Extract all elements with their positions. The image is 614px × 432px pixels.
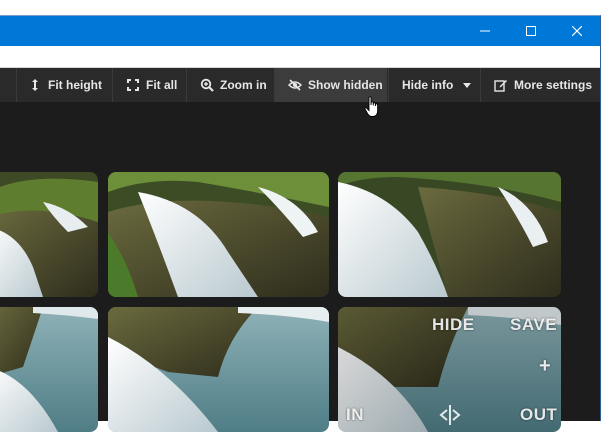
fit-height-label: Fit height (48, 78, 102, 92)
toolbar: Fit height Fit all Zoom in Show hidden H… (0, 68, 600, 102)
thumbnail[interactable] (338, 172, 561, 297)
zoom-in-button[interactable]: Zoom in (200, 68, 267, 102)
fit-all-label: Fit all (146, 78, 178, 92)
fit-height-button[interactable]: Fit height (28, 68, 102, 102)
thumbnail[interactable] (0, 307, 98, 432)
address-bar[interactable] (0, 46, 600, 68)
title-bar (0, 16, 600, 46)
toolbar-separator (16, 68, 17, 102)
hide-overlay-button[interactable]: HIDE (432, 315, 475, 335)
out-overlay-button[interactable]: OUT (520, 405, 557, 425)
split-arrows-icon[interactable] (438, 403, 462, 427)
vertical-arrows-icon (32, 79, 38, 91)
more-settings-button[interactable]: More settings (494, 68, 592, 102)
save-overlay-button[interactable]: SAVE (510, 315, 557, 335)
maximize-icon (526, 26, 536, 36)
hand-cursor-icon (364, 96, 379, 117)
minimize-button[interactable] (462, 16, 508, 46)
more-settings-label: More settings (514, 78, 593, 92)
toolbar-separator (112, 68, 113, 102)
show-hidden-label: Show hidden (308, 78, 383, 92)
edit-icon (494, 80, 507, 92)
expand-corners-icon (127, 79, 139, 91)
hide-info-dropdown[interactable]: Hide info (402, 68, 472, 102)
toolbar-separator (388, 68, 389, 102)
zoom-in-icon (200, 78, 214, 92)
hide-info-label: Hide info (402, 78, 454, 92)
toolbar-separator (186, 68, 187, 102)
close-icon (572, 26, 582, 36)
close-button[interactable] (554, 16, 600, 46)
thumbnail[interactable] (0, 172, 98, 297)
app-window: Fit height Fit all Zoom in Show hidden H… (0, 15, 601, 432)
eye-slash-icon (288, 79, 302, 91)
thumbnail-hovered[interactable]: HIDE SAVE + IN OUT (338, 307, 561, 432)
minimize-icon (480, 30, 490, 32)
fit-all-button[interactable]: Fit all (126, 68, 177, 102)
maximize-button[interactable] (508, 16, 554, 46)
add-overlay-button[interactable]: + (539, 355, 551, 378)
thumbnail[interactable] (108, 307, 329, 432)
toolbar-separator (480, 68, 481, 102)
caret-down-icon (463, 82, 472, 88)
zoom-in-label: Zoom in (220, 78, 267, 92)
in-overlay-button[interactable]: IN (346, 405, 364, 425)
thumbnail[interactable] (108, 172, 329, 297)
thumbnail-grid: HIDE SAVE + IN OUT (0, 102, 600, 432)
